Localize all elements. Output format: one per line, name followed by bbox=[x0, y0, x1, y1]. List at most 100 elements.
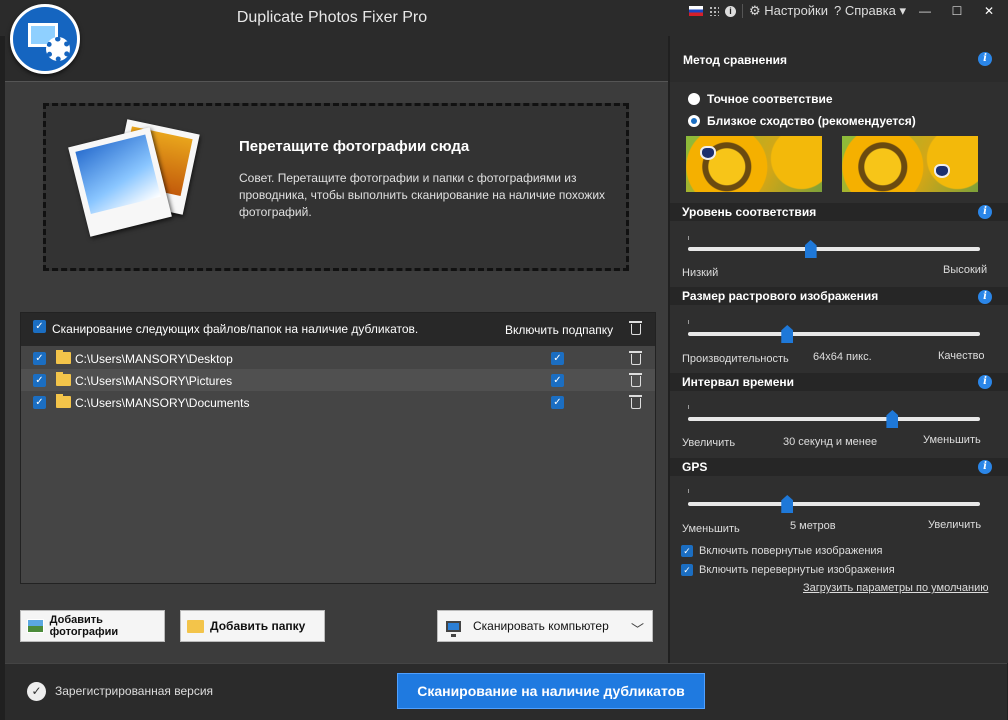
method-title: Метод сравнения bbox=[683, 53, 787, 67]
main-panel: Перетащите фотографии сюда Совет. Перета… bbox=[5, 36, 668, 663]
scan-folder-list: ✓ Сканирование следующих файлов/папок на… bbox=[20, 312, 656, 584]
folder-icon bbox=[56, 350, 71, 364]
folder-icon bbox=[56, 372, 71, 386]
scan-computer-dropdown[interactable]: Сканировать компьютер ﹀ bbox=[437, 610, 653, 642]
registered-status: Зарегистрированная версия bbox=[55, 684, 214, 698]
slider-ticks bbox=[688, 320, 980, 324]
bitmap-size-slider[interactable] bbox=[688, 332, 980, 336]
table-row: ✓ C:\Users\MANSORY\Documents ✓ bbox=[21, 391, 655, 413]
gps-title: GPS bbox=[682, 460, 708, 474]
maximize-button[interactable]: ☐ bbox=[944, 1, 970, 21]
gps-value-label: 5 метров bbox=[790, 520, 836, 532]
drop-zone-tip: Совет. Перетащите фотографии и папки с ф… bbox=[239, 171, 606, 219]
delete-row-icon[interactable] bbox=[629, 395, 642, 409]
select-all-checkbox[interactable]: ✓ bbox=[33, 320, 46, 333]
bitmap-info-icon[interactable]: i bbox=[978, 290, 992, 304]
main-header-strip bbox=[5, 36, 668, 82]
add-folder-button[interactable]: Добавить папку bbox=[180, 610, 325, 642]
match-level-thumb[interactable] bbox=[804, 240, 817, 258]
add-photos-button[interactable]: Добавить фотографии bbox=[20, 610, 165, 642]
divider bbox=[742, 4, 743, 18]
exact-match-radio[interactable] bbox=[688, 93, 700, 105]
time-interval-thumb[interactable] bbox=[886, 410, 899, 428]
settings-panel: Метод сравнения i Точное соответствие Бл… bbox=[670, 36, 1008, 663]
row-checkbox[interactable]: ✓ bbox=[33, 352, 46, 365]
scan-duplicates-button[interactable]: Сканирование на наличие дубликатов bbox=[397, 673, 705, 709]
section-bar bbox=[670, 458, 1008, 476]
computer-icon bbox=[446, 620, 461, 637]
bitmap-value-label: 64x64 пикс. bbox=[813, 351, 872, 363]
language-flag-icon[interactable] bbox=[689, 6, 703, 16]
match-level-slider[interactable] bbox=[688, 247, 980, 251]
sample-image-2 bbox=[842, 136, 978, 192]
delete-row-icon[interactable] bbox=[629, 351, 642, 365]
app-title: Duplicate Photos Fixer Pro bbox=[236, 9, 428, 26]
include-subfolder-label: Включить подпапку bbox=[505, 323, 614, 337]
match-high-label: Высокий bbox=[943, 264, 988, 276]
close-button[interactable]: ✕ bbox=[976, 1, 1002, 21]
sample-image-1 bbox=[686, 136, 822, 192]
gps-left-label: Уменьшить bbox=[682, 523, 740, 535]
drop-zone-title: Перетащите фотографии сюда bbox=[239, 138, 470, 155]
minimize-button[interactable]: — bbox=[912, 1, 938, 21]
time-interval-title: Интервал времени bbox=[682, 375, 795, 389]
rotated-label: Включить повернутые изображения bbox=[699, 545, 883, 557]
include-subfolder-checkbox[interactable]: ✓ bbox=[551, 374, 564, 387]
slider-ticks bbox=[688, 236, 980, 240]
folder-path: C:\Users\MANSORY\Pictures bbox=[75, 374, 233, 388]
image-icon bbox=[27, 619, 44, 633]
time-interval-slider[interactable] bbox=[688, 417, 980, 421]
rotated-checkbox[interactable]: ✓ bbox=[681, 545, 693, 557]
photos-icon bbox=[68, 119, 200, 237]
bitmap-title: Размер растрового изображения bbox=[682, 289, 879, 303]
exact-match-label: Точное соответствие bbox=[707, 92, 833, 106]
similar-match-radio[interactable] bbox=[688, 115, 700, 127]
slider-ticks bbox=[688, 489, 980, 493]
delete-all-icon[interactable] bbox=[629, 321, 642, 335]
row-checkbox[interactable]: ✓ bbox=[33, 396, 46, 409]
gps-slider[interactable] bbox=[688, 502, 980, 506]
bottom-bar: ✓ Зарегистрированная версия Сканирование… bbox=[5, 663, 1007, 720]
slider-ticks bbox=[688, 405, 980, 409]
title-bar-controls: i ⚙ Настройки ? Справка ▾ — ☐ ✕ bbox=[689, 0, 1008, 22]
gps-right-label: Увеличить bbox=[928, 519, 982, 531]
folder-path: C:\Users\MANSORY\Documents bbox=[75, 396, 250, 410]
help-menu[interactable]: ? Справка ▾ bbox=[834, 3, 906, 19]
match-info-icon[interactable]: i bbox=[978, 205, 992, 219]
app-window: Duplicate Photos Fixer Pro i ⚙ Настройки… bbox=[0, 0, 1008, 720]
bitmap-left-label: Производительность bbox=[682, 353, 789, 365]
folder-list-title: Сканирование следующих файлов/папок на н… bbox=[52, 322, 419, 336]
time-info-icon[interactable]: i bbox=[978, 375, 992, 389]
check-circle-icon: ✓ bbox=[27, 682, 46, 701]
include-subfolder-checkbox[interactable]: ✓ bbox=[551, 352, 564, 365]
include-subfolder-checkbox[interactable]: ✓ bbox=[551, 396, 564, 409]
gps-thumb[interactable] bbox=[781, 495, 794, 513]
bitmap-right-label: Качество bbox=[938, 350, 985, 362]
row-checkbox[interactable]: ✓ bbox=[33, 374, 46, 387]
title-bar: Duplicate Photos Fixer Pro i ⚙ Настройки… bbox=[0, 0, 1008, 36]
settings-menu[interactable]: ⚙ Настройки bbox=[749, 3, 828, 19]
table-row: ✓ C:\Users\MANSORY\Pictures ✓ bbox=[21, 369, 655, 391]
flipped-checkbox[interactable]: ✓ bbox=[681, 564, 693, 576]
chevron-down-icon: ﹀ bbox=[630, 622, 644, 637]
match-level-title: Уровень соответствия bbox=[682, 205, 817, 219]
time-right-label: Уменьшить bbox=[923, 434, 981, 446]
flipped-label: Включить перевернутые изображения bbox=[699, 564, 895, 576]
folder-icon bbox=[56, 394, 71, 408]
folder-path: C:\Users\MANSORY\Desktop bbox=[75, 352, 233, 366]
time-left-label: Увеличить bbox=[682, 437, 736, 449]
photo-drop-zone[interactable]: Перетащите фотографии сюда Совет. Перета… bbox=[43, 103, 629, 271]
about-info-icon[interactable]: i bbox=[725, 5, 736, 17]
match-low-label: Низкий bbox=[682, 267, 719, 279]
bitmap-size-thumb[interactable] bbox=[781, 325, 794, 343]
app-logo-icon bbox=[10, 4, 80, 74]
method-info-icon[interactable]: i bbox=[978, 52, 992, 66]
similar-match-label: Близкое сходство (рекомендуется) bbox=[707, 114, 916, 128]
gps-info-icon[interactable]: i bbox=[978, 460, 992, 474]
load-defaults-link[interactable]: Загрузить параметры по умолчанию bbox=[803, 582, 988, 594]
folder-icon bbox=[187, 619, 204, 633]
folder-list-header: ✓ Сканирование следующих файлов/папок на… bbox=[21, 313, 655, 346]
time-value-label: 30 секунд и менее bbox=[783, 436, 878, 448]
delete-row-icon[interactable] bbox=[629, 373, 642, 387]
apps-grid-icon[interactable] bbox=[709, 6, 719, 16]
